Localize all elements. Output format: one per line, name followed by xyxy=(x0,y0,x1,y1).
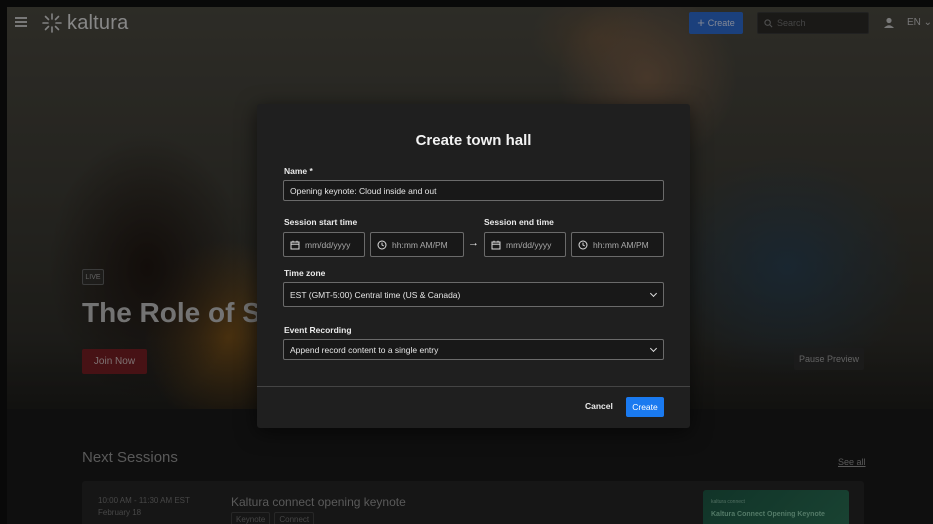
end-date-placeholder: mm/dd/yyyy xyxy=(506,239,552,250)
name-input[interactable]: Opening keynote: Cloud inside and out xyxy=(283,180,664,201)
chevron-down-icon xyxy=(649,344,658,353)
session-end-label: Session end time xyxy=(484,217,554,227)
session-start-label: Session start time xyxy=(284,217,358,227)
end-date-input[interactable]: mm/dd/yyyy xyxy=(484,232,566,257)
arrow-right-icon: → xyxy=(468,237,479,249)
clock-icon xyxy=(377,240,387,249)
name-label: Name * xyxy=(284,166,313,176)
time-zone-label: Time zone xyxy=(284,268,326,278)
calendar-icon xyxy=(290,240,300,249)
create-town-hall-dialog: Create town hall Name * Opening keynote:… xyxy=(257,104,690,428)
event-recording-select[interactable]: Append record content to a single entry xyxy=(283,339,664,360)
name-input-value: Opening keynote: Cloud inside and out xyxy=(290,185,437,196)
start-time-placeholder: hh:mm AM/PM xyxy=(392,239,448,250)
end-time-placeholder: hh:mm AM/PM xyxy=(593,239,649,250)
create-button[interactable]: Create xyxy=(626,397,664,417)
cancel-button[interactable]: Cancel xyxy=(585,401,613,411)
start-time-input[interactable]: hh:mm AM/PM xyxy=(370,232,464,257)
start-date-input[interactable]: mm/dd/yyyy xyxy=(283,232,365,257)
event-recording-value: Append record content to a single entry xyxy=(290,344,439,355)
dialog-footer-divider xyxy=(257,386,690,387)
event-recording-label: Event Recording xyxy=(284,325,352,335)
clock-icon xyxy=(578,240,588,249)
calendar-icon xyxy=(491,240,501,249)
start-date-placeholder: mm/dd/yyyy xyxy=(305,239,351,250)
chevron-down-icon xyxy=(649,289,658,298)
time-zone-value: EST (GMT-5:00) Central time (US & Canada… xyxy=(290,289,461,300)
end-time-input[interactable]: hh:mm AM/PM xyxy=(571,232,664,257)
dialog-title: Create town hall xyxy=(415,132,532,149)
time-zone-select[interactable]: EST (GMT-5:00) Central time (US & Canada… xyxy=(283,282,664,307)
